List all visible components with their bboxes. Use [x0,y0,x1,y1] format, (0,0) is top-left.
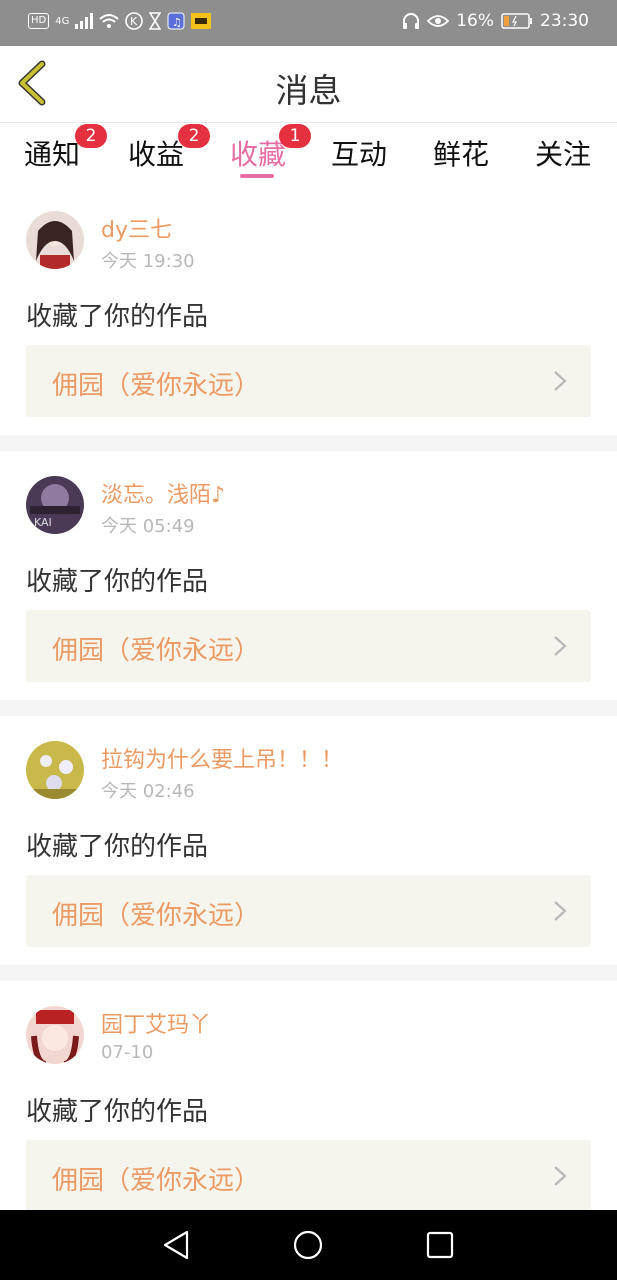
avatar[interactable]: KAI [26,476,84,534]
tab-earnings[interactable]: 收益 2 [111,124,210,173]
meituan-icon [191,13,212,29]
message-card: KAI 淡忘。浅陌♪ 今天 05:49 收藏了你的作品 佣园（爱你永远） [0,451,617,701]
music-app-icon: ♫ [167,12,185,30]
username[interactable]: 拉钩为什么要上吊！！！ [101,742,343,774]
tab-label: 鲜花 [432,138,489,171]
tab-flowers[interactable]: 鲜花 [416,133,506,173]
work-link[interactable]: 佣园（爱你永远） [26,875,591,947]
chevron-right-icon [554,1166,567,1186]
username[interactable]: 淡忘。浅陌♪ [101,477,225,509]
tab-label: 收藏 [229,138,286,171]
battery-icon [501,13,533,29]
svg-text:K: K [130,15,138,28]
svg-text:♫: ♫ [172,16,182,29]
tab-label: 互动 [330,138,387,171]
action-text: 收藏了你的作品 [26,567,209,597]
message-card: 拉钩为什么要上吊！！！ 今天 02:46 收藏了你的作品 佣园（爱你永远） [0,716,617,966]
signal-icon [75,13,94,29]
timestamp: 今天 05:49 [101,516,195,537]
tab-following[interactable]: 关注 [518,133,608,173]
recents-square-icon[interactable] [424,1229,456,1261]
work-title: 佣园（爱你永远） [52,636,261,666]
system-nav-bar [0,1210,617,1280]
app-header: 消息 [0,46,617,123]
home-circle-icon[interactable] [292,1229,324,1261]
divider [0,965,617,981]
hd-icon: HD [28,13,50,29]
work-link[interactable]: 佣园（爱你永远） [26,345,591,417]
unread-badge: 2 [75,124,107,148]
page-title: 消息 [275,71,342,110]
avatar[interactable] [26,1006,84,1064]
tab-bar: 通知 2 收益 2 收藏 1 互动 鲜花 关注 [0,123,617,185]
unread-badge: 2 [178,124,210,148]
active-tab-indicator [240,174,274,178]
back-triangle-icon[interactable] [161,1229,193,1261]
action-text: 收藏了你的作品 [26,1097,209,1127]
k-app-icon: K [125,12,144,30]
chevron-right-icon [554,901,567,921]
username[interactable]: dy三七 [101,212,172,244]
chevron-right-icon [554,371,567,391]
headphones-icon [402,12,420,30]
battery-percent: 16% [456,11,494,31]
work-link[interactable]: 佣园（爱你永远） [26,610,591,682]
status-bar: HD 4G K ♫ 16% 23:30 [0,0,617,46]
tab-interactions[interactable]: 互动 [314,133,404,173]
message-card: 园丁艾玛丫 07-10 收藏了你的作品 佣园（爱你永远） [0,981,617,1231]
tab-label: 关注 [534,138,591,171]
work-title: 佣园（爱你永远） [52,1166,261,1196]
divider [0,435,617,451]
hourglass-icon [149,12,162,30]
avatar[interactable] [26,211,84,269]
timestamp: 今天 02:46 [101,781,195,802]
unread-badge: 1 [279,124,311,148]
action-text: 收藏了你的作品 [26,832,209,862]
work-title: 佣园（爱你永远） [52,371,261,401]
eye-icon [427,13,450,29]
tab-favorites[interactable]: 收藏 1 [213,124,311,173]
tab-notifications[interactable]: 通知 2 [7,124,107,173]
timestamp: 今天 19:30 [101,251,195,272]
wifi-icon [99,13,120,29]
avatar[interactable] [26,741,84,799]
message-card: dy三七 今天 19:30 收藏了你的作品 佣园（爱你永远） [0,186,617,436]
tab-label: 通知 [23,138,80,171]
network-type: 4G [55,15,70,27]
work-link[interactable]: 佣园（爱你永远） [26,1140,591,1212]
tab-label: 收益 [127,138,184,171]
username[interactable]: 园丁艾玛丫 [101,1007,211,1039]
clock: 23:30 [540,11,589,31]
svg-text:KAI: KAI [34,516,52,529]
chevron-right-icon [554,636,567,656]
timestamp: 07-10 [101,1042,154,1063]
divider [0,700,617,716]
action-text: 收藏了你的作品 [26,302,209,332]
work-title: 佣园（爱你永远） [52,901,261,931]
